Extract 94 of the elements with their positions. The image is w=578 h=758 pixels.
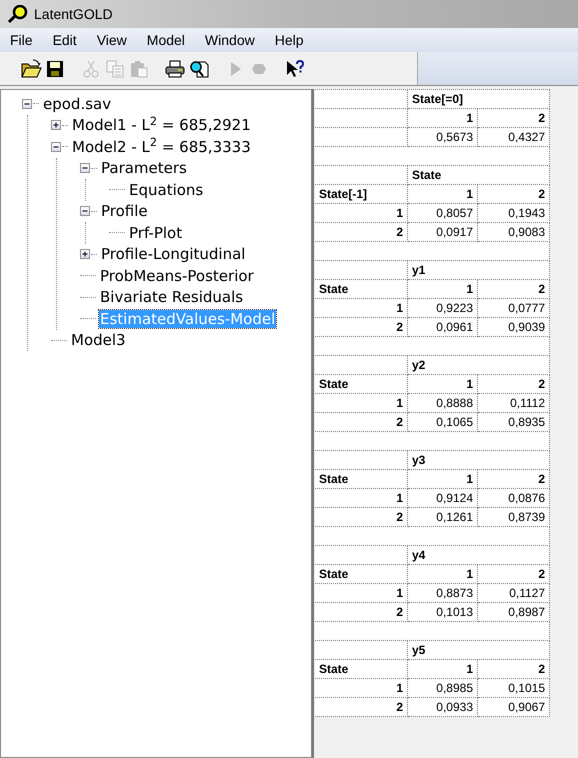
- expand-icon[interactable]: [51, 120, 61, 130]
- table-title: y4: [408, 546, 550, 565]
- menu-item[interactable]: Help: [274, 30, 304, 50]
- tree-item[interactable]: Model1 - L$^{2}$ = 685,2921: [71, 116, 252, 134]
- column-header: 1: [408, 280, 478, 299]
- row-label: 1: [315, 679, 408, 698]
- table-cell: 0,1127: [478, 584, 550, 603]
- tree-item[interactable]: Equations: [128, 180, 204, 199]
- row-label: 1: [315, 299, 408, 318]
- menu-item[interactable]: Model: [146, 30, 185, 50]
- tree-item[interactable]: Profile-Longitudinal: [100, 245, 246, 264]
- expand-icon[interactable]: [80, 249, 90, 260]
- table-cell: 0,1112: [478, 394, 550, 413]
- column-header: 1: [408, 565, 478, 584]
- column-header: 1: [408, 375, 478, 394]
- row-label: 2: [315, 223, 408, 242]
- printer-icon[interactable]: [164, 58, 186, 78]
- column-header: 2: [478, 660, 550, 679]
- table-cell: 0,5673: [408, 128, 478, 147]
- row-header: State: [315, 280, 408, 299]
- tree-item[interactable]: Profile: [100, 202, 149, 220]
- row-header: State: [315, 660, 408, 679]
- row-label: 1: [315, 204, 408, 223]
- column-header: 2: [478, 280, 550, 299]
- table-cell: 0,0933: [408, 698, 478, 717]
- column-header: 2: [478, 185, 550, 204]
- table-cell: 0,0876: [478, 489, 550, 508]
- column-header: 1: [408, 470, 478, 489]
- tree-item[interactable]: Model2 - L$^{2}$ = 685,3333: [71, 138, 252, 156]
- table-cell: 0,8985: [408, 679, 478, 698]
- collapse-icon[interactable]: [22, 98, 32, 109]
- tree-item[interactable]: Parameters: [100, 159, 188, 178]
- column-header: 2: [478, 565, 550, 584]
- window-title: LatentGOLD: [34, 4, 113, 24]
- table-cell: 0,9124: [408, 489, 478, 508]
- tree-item[interactable]: Model3: [70, 331, 127, 350]
- row-label: 1: [315, 394, 408, 413]
- collapse-icon[interactable]: [51, 142, 61, 152]
- table-cell: 0,8888: [408, 394, 478, 413]
- table-cell: 0,8057: [408, 204, 478, 223]
- table-cell: 0,9039: [478, 318, 550, 337]
- collapse-icon[interactable]: [80, 163, 90, 174]
- tree-item[interactable]: Prf-Plot: [128, 224, 184, 242]
- column-header: 1: [408, 185, 478, 204]
- table-cell: 0,1943: [478, 204, 550, 223]
- row-label: 2: [315, 603, 408, 622]
- table-cell: 0,0961: [408, 318, 478, 337]
- table-cell: 0,8987: [478, 603, 550, 622]
- row-label: 2: [315, 413, 408, 432]
- help-pointer-icon[interactable]: [284, 58, 306, 78]
- column-header: 1: [408, 660, 478, 679]
- column-header: 2: [478, 109, 550, 128]
- row-label: 2: [315, 318, 408, 337]
- table-cell: 0,0917: [408, 223, 478, 242]
- magnifier-icon: [8, 5, 28, 23]
- column-header: 1: [408, 109, 478, 128]
- row-label: 1: [315, 489, 408, 508]
- table-cell: 0,4327: [478, 128, 550, 147]
- table-title: y5: [408, 641, 550, 660]
- tree-item[interactable]: ProbMeans-Posterior: [99, 266, 255, 285]
- magnifier-page-icon[interactable]: [188, 58, 210, 78]
- table-cell: 0,9083: [478, 223, 550, 242]
- menu-item[interactable]: Edit: [52, 30, 77, 50]
- row-label: 1: [315, 584, 408, 603]
- menu-item[interactable]: Window: [204, 30, 255, 50]
- row-header: State[-1]: [315, 185, 408, 204]
- row-label: 2: [315, 698, 408, 717]
- column-header: 2: [478, 375, 550, 394]
- table-title: y2: [408, 356, 550, 375]
- table-title: y1: [408, 261, 550, 280]
- table-cell: 0,8935: [478, 413, 550, 432]
- table-cell: 0,1013: [408, 603, 478, 622]
- table-cell: 0,9067: [478, 698, 550, 717]
- table-cell: 0,8739: [478, 508, 550, 527]
- tree-item[interactable]: Bivariate Residuals: [99, 288, 244, 306]
- table-title: State: [408, 166, 550, 185]
- row-header: State: [315, 470, 408, 489]
- table-cell: 0,0777: [478, 299, 550, 318]
- table-cell: 0,9223: [408, 299, 478, 318]
- table-cell: 0,1065: [408, 413, 478, 432]
- menu-item[interactable]: View: [96, 30, 127, 50]
- table-title: y3: [408, 451, 550, 470]
- table-cell: 0,8873: [408, 584, 478, 603]
- row-label: 2: [315, 508, 408, 527]
- row-header: State: [315, 565, 408, 584]
- column-header: 2: [478, 470, 550, 489]
- table-title: State[=0]: [408, 90, 550, 109]
- open-folder-icon[interactable]: [20, 58, 42, 78]
- row-header: State: [315, 375, 408, 394]
- table-cell: 0,1261: [408, 508, 478, 527]
- tree-item[interactable]: epod.sav: [42, 94, 112, 113]
- table-cell: 0,1015: [478, 679, 550, 698]
- collapse-icon[interactable]: [80, 206, 90, 216]
- menu-item[interactable]: File: [10, 30, 33, 50]
